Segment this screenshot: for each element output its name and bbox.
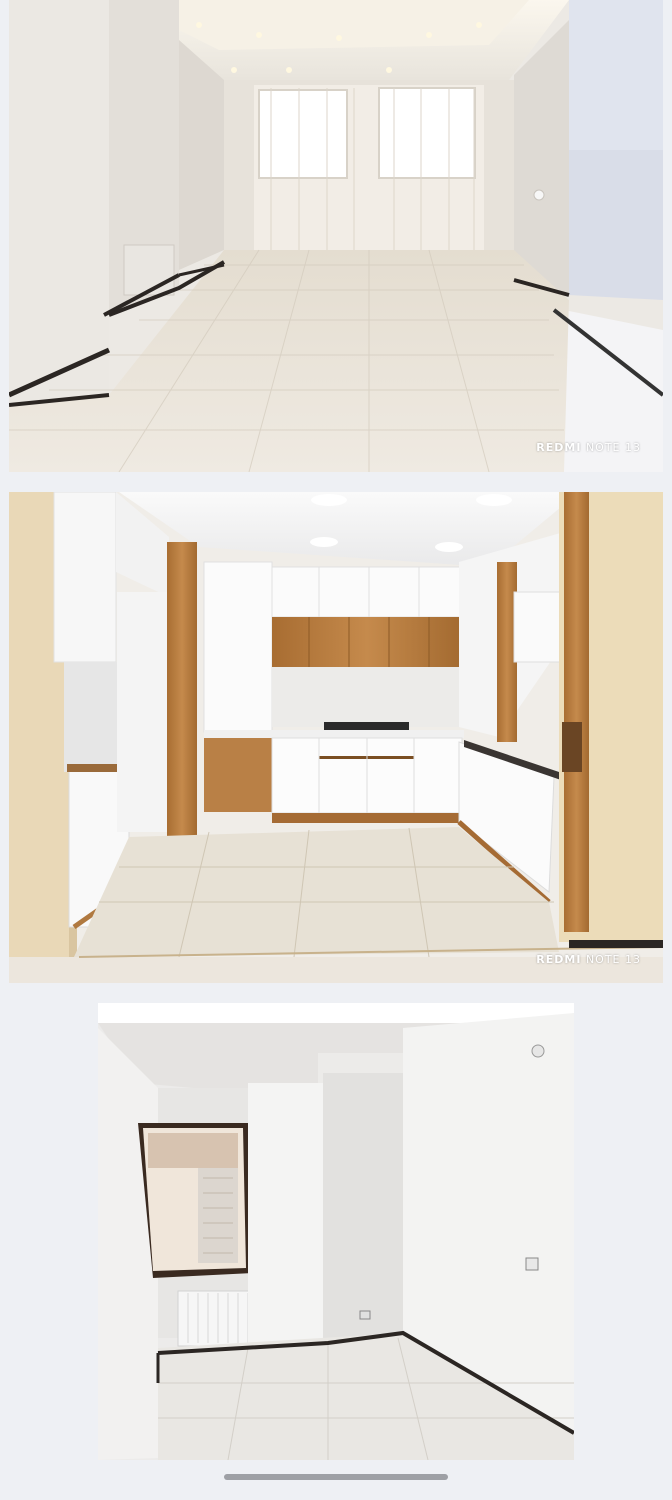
bedroom-image [98, 1003, 574, 1460]
home-indicator-bar[interactable] [224, 1474, 448, 1480]
watermark-brand: REDMI [536, 953, 582, 966]
watermark-brand: REDMI [536, 441, 582, 454]
watermark-model: NOTE 13 [585, 441, 641, 454]
watermark-model: NOTE 13 [585, 953, 641, 966]
camera-watermark: REDMI NOTE 13 [536, 441, 641, 454]
bedroom-photo[interactable] [98, 1003, 574, 1460]
living-room-image [9, 0, 663, 472]
camera-watermark: REDMI NOTE 13 [536, 953, 641, 966]
kitchen-photo[interactable] [9, 492, 663, 983]
living-room-photo[interactable] [9, 0, 663, 472]
kitchen-image [9, 492, 663, 983]
